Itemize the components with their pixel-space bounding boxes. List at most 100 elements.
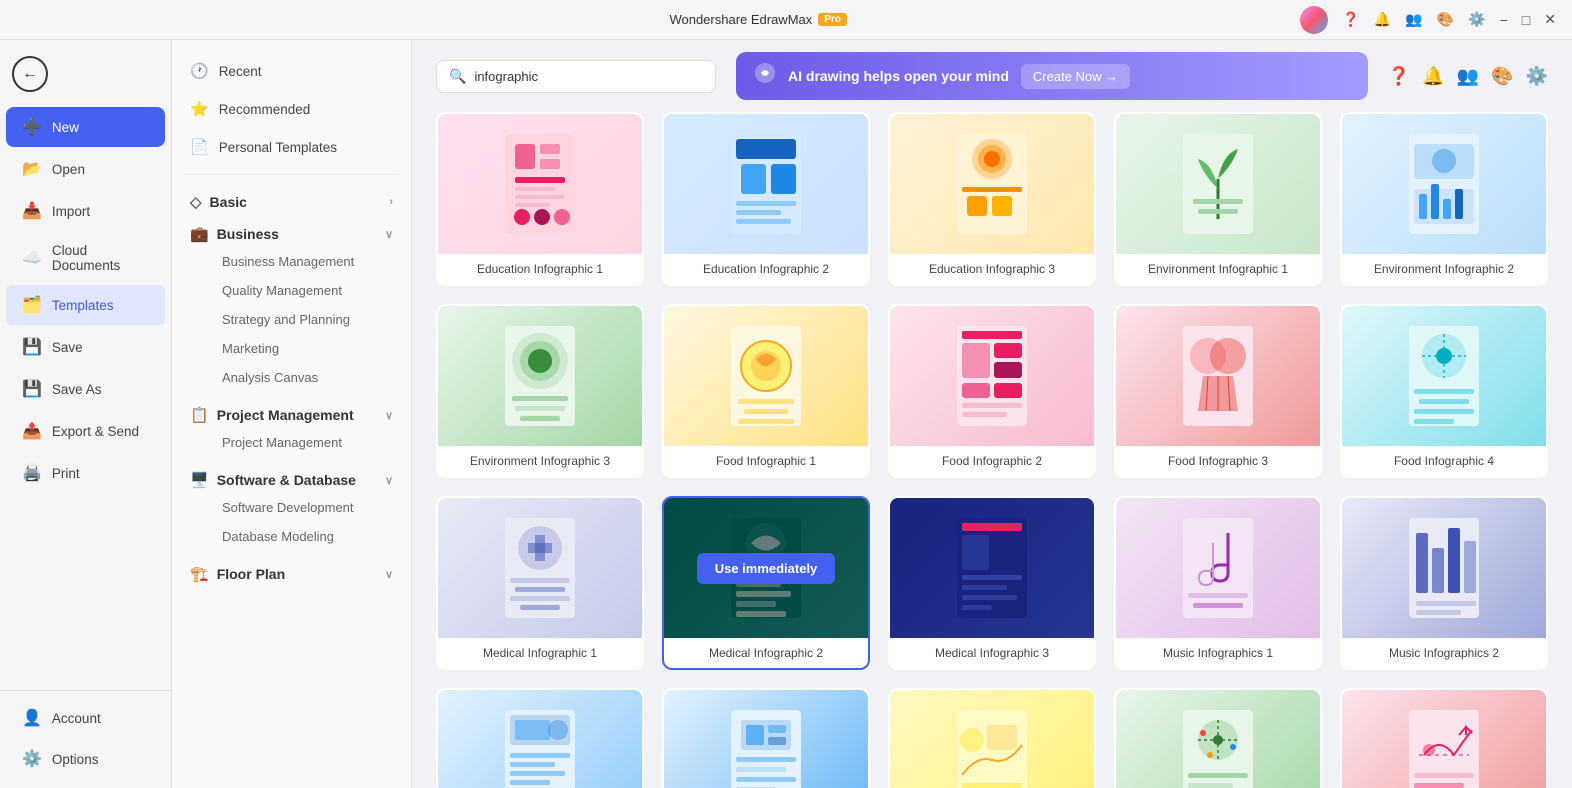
section-project-header[interactable]: 📋 Project Management ∨ <box>190 406 393 424</box>
header-help-button[interactable]: ❓ <box>1388 66 1410 87</box>
template-card-news1[interactable]: News Infographics 1 <box>436 688 644 788</box>
user-avatar[interactable] <box>1300 6 1328 34</box>
recent-icon: 🕐 <box>190 62 209 80</box>
section-software-header[interactable]: 🖥️ Software & Database ∨ <box>190 471 393 489</box>
software-sub-items: Software Development Database Modeling <box>190 489 393 551</box>
sub-sw-dev[interactable]: Software Development <box>218 493 393 522</box>
floorplan-icon: 🏗️ <box>190 565 209 583</box>
template-label-med1: Medical Infographic 1 <box>438 638 642 668</box>
floorplan-chevron: ∨ <box>385 568 393 581</box>
sub-strategy[interactable]: Strategy and Planning <box>218 305 393 334</box>
sidebar-item-new[interactable]: ➕ New <box>6 107 165 147</box>
template-card-edu3[interactable]: Education Infographic 3 <box>888 112 1096 286</box>
template-thumb-med1 <box>438 498 642 638</box>
search-input[interactable] <box>474 69 703 84</box>
middle-item-recommended[interactable]: ⭐ Recommended <box>172 90 411 128</box>
middle-item-recent[interactable]: 🕐 Recent <box>172 52 411 90</box>
import-icon: 📥 <box>22 201 42 221</box>
sub-business-mgmt[interactable]: Business Management <box>218 247 393 276</box>
ai-banner[interactable]: AI drawing helps open your mind Create N… <box>736 52 1368 100</box>
project-icon: 📋 <box>190 406 209 424</box>
section-business: 💼 Business ∨ Business Management Quality… <box>172 215 411 396</box>
settings-button[interactable]: ⚙️ <box>1468 6 1485 34</box>
sidebar-item-templates[interactable]: 🗂️ Templates <box>6 285 165 325</box>
back-button[interactable]: ← <box>12 56 48 92</box>
template-card-food4[interactable]: Food Infographic 4 <box>1340 304 1548 478</box>
sidebar-item-export[interactable]: 📤 Export & Send <box>6 411 165 451</box>
sidebar-item-options[interactable]: ⚙️ Options <box>6 739 165 779</box>
template-card-env3[interactable]: Environment Infographic 3 <box>436 304 644 478</box>
sidebar-back[interactable]: ← <box>0 48 171 100</box>
business-sub-items: Business Management Quality Management S… <box>190 243 393 392</box>
help-button[interactable]: ❓ <box>1342 6 1359 34</box>
main-header: 🔍 AI drawing helps open your mind Create… <box>412 40 1572 112</box>
section-business-header[interactable]: 💼 Business ∨ <box>190 225 393 243</box>
header-settings-button[interactable]: ⚙️ <box>1526 66 1548 87</box>
sidebar-item-import[interactable]: 📥 Import <box>6 191 165 231</box>
template-thumb-food3 <box>1116 306 1320 446</box>
template-card-tour4[interactable]: Tourism Infographic 4 <box>1340 688 1548 788</box>
template-thumb-food4 <box>1342 306 1546 446</box>
software-icon: 🖥️ <box>190 471 209 489</box>
app-body: ← ➕ New 📂 Open 📥 Import ☁️ Cloud Documen… <box>0 40 1572 788</box>
header-team-button[interactable]: 👥 <box>1457 66 1479 87</box>
template-card-music2[interactable]: Music Infographics 2 <box>1340 496 1548 670</box>
sub-quality-mgmt[interactable]: Quality Management <box>218 276 393 305</box>
sub-db-modeling[interactable]: Database Modeling <box>218 522 393 551</box>
maximize-button[interactable]: □ <box>1522 6 1530 34</box>
template-card-med3[interactable]: Medical Infographic 3 <box>888 496 1096 670</box>
sub-project-mgmt[interactable]: Project Management <box>218 428 393 457</box>
sidebar-item-open[interactable]: 📂 Open <box>6 149 165 189</box>
create-now-button[interactable]: Create Now → <box>1021 64 1130 89</box>
options-icon: ⚙️ <box>22 749 42 769</box>
section-basic-header[interactable]: ◇ Basic › <box>190 193 393 211</box>
theme-button[interactable]: 🎨 <box>1437 6 1454 34</box>
header-theme-button[interactable]: 🎨 <box>1491 66 1513 87</box>
project-chevron: ∨ <box>385 409 393 422</box>
search-bar[interactable]: 🔍 <box>436 60 716 93</box>
sidebar-item-saveas[interactable]: 💾 Save As <box>6 369 165 409</box>
template-thumb-food1 <box>664 306 868 446</box>
team-button[interactable]: 👥 <box>1405 6 1422 34</box>
template-thumb-tech1 <box>664 690 868 788</box>
sidebar-item-account[interactable]: 👤 Account <box>6 698 165 738</box>
sidebar-item-cloud[interactable]: ☁️ Cloud Documents <box>6 233 165 283</box>
template-thumb-med2: Use immediately <box>664 498 868 638</box>
template-card-edu2[interactable]: Education Infographic 2 <box>662 112 870 286</box>
template-card-food3[interactable]: Food Infographic 3 <box>1114 304 1322 478</box>
use-immediately-button-med2[interactable]: Use immediately <box>697 553 836 584</box>
template-label-env3: Environment Infographic 3 <box>438 446 642 476</box>
window-controls[interactable]: ❓ 🔔 👥 🎨 ⚙️ − □ ✕ <box>1300 6 1556 34</box>
minimize-button[interactable]: − <box>1500 6 1508 34</box>
main-content: 🔍 AI drawing helps open your mind Create… <box>412 40 1572 788</box>
template-card-env1[interactable]: Environment Infographic 1 <box>1114 112 1322 286</box>
template-thumb-env1 <box>1116 114 1320 254</box>
template-label-edu3: Education Infographic 3 <box>890 254 1094 284</box>
header-notification-button[interactable]: 🔔 <box>1422 66 1444 87</box>
section-floorplan-header[interactable]: 🏗️ Floor Plan ∨ <box>190 565 393 583</box>
save-icon: 💾 <box>22 337 42 357</box>
template-card-med1[interactable]: Medical Infographic 1 <box>436 496 644 670</box>
sidebar-item-print[interactable]: 🖨️ Print <box>6 453 165 493</box>
template-card-edu1[interactable]: Education Infographic 1 <box>436 112 644 286</box>
section-basic[interactable]: ◇ Basic › <box>172 183 411 215</box>
template-card-food2[interactable]: Food Infographic 2 <box>888 304 1096 478</box>
export-icon: 📤 <box>22 421 42 441</box>
template-card-music1[interactable]: Music Infographics 1 <box>1114 496 1322 670</box>
template-card-env2[interactable]: Environment Infographic 2 <box>1340 112 1548 286</box>
sub-marketing[interactable]: Marketing <box>218 334 393 363</box>
sub-analysis[interactable]: Analysis Canvas <box>218 363 393 392</box>
template-card-med2[interactable]: Use immediately Medical Infographic 2 <box>662 496 870 670</box>
section-project: 📋 Project Management ∨ Project Managemen… <box>172 396 411 461</box>
header-actions: ❓ 🔔 👥 🎨 ⚙️ <box>1388 66 1548 87</box>
close-button[interactable]: ✕ <box>1544 6 1556 34</box>
personal-icon: 📄 <box>190 138 209 156</box>
notification-button[interactable]: 🔔 <box>1374 6 1391 34</box>
template-card-tour1[interactable]: Tourism Infographic 1 <box>888 688 1096 788</box>
template-card-tech1[interactable]: Technology Infographics 1 <box>662 688 870 788</box>
template-thumb-news1 <box>438 690 642 788</box>
template-card-tour3[interactable]: Tourism Infographic 3 <box>1114 688 1322 788</box>
template-card-food1[interactable]: Food Infographic 1 <box>662 304 870 478</box>
sidebar-item-save[interactable]: 💾 Save <box>6 327 165 367</box>
middle-item-personal[interactable]: 📄 Personal Templates <box>172 128 411 166</box>
